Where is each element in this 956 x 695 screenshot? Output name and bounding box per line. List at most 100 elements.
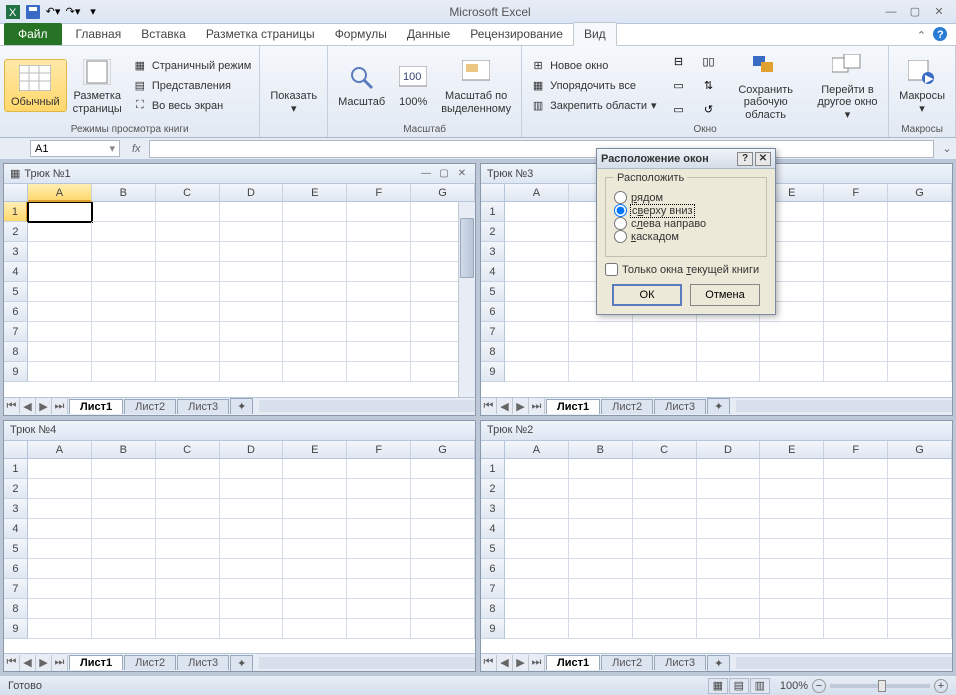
cell[interactable] <box>824 559 888 579</box>
cell[interactable] <box>28 202 92 222</box>
zoom-in-button[interactable]: + <box>934 679 948 693</box>
column-header[interactable]: D <box>697 441 761 459</box>
column-header[interactable]: F <box>347 441 411 459</box>
select-all-corner[interactable] <box>481 184 505 202</box>
cell[interactable] <box>888 599 952 619</box>
row-header[interactable]: 6 <box>481 302 505 322</box>
cell[interactable] <box>569 519 633 539</box>
cell[interactable] <box>633 459 697 479</box>
cell[interactable] <box>347 222 411 242</box>
cell[interactable] <box>220 519 284 539</box>
cell[interactable] <box>92 302 156 322</box>
row-header[interactable]: 6 <box>4 302 28 322</box>
cell[interactable] <box>92 539 156 559</box>
row-header[interactable]: 5 <box>4 282 28 302</box>
cell[interactable] <box>92 619 156 639</box>
cell[interactable] <box>220 579 284 599</box>
cell[interactable] <box>28 559 92 579</box>
cell[interactable] <box>220 362 284 382</box>
cell[interactable] <box>824 262 888 282</box>
cell[interactable] <box>505 459 569 479</box>
cell[interactable] <box>283 519 347 539</box>
row-header[interactable]: 4 <box>4 262 28 282</box>
row-header[interactable]: 1 <box>481 202 505 222</box>
cell[interactable] <box>569 479 633 499</box>
cell[interactable] <box>888 342 952 362</box>
zoom-selection-button[interactable]: Масштаб по выделенному <box>435 54 517 116</box>
cell[interactable] <box>28 242 92 262</box>
cell[interactable] <box>760 459 824 479</box>
cell[interactable] <box>760 362 824 382</box>
tab-view[interactable]: Вид <box>573 22 617 46</box>
status-page-break-button[interactable]: ▥ <box>750 678 770 694</box>
row-header[interactable]: 3 <box>4 499 28 519</box>
cell[interactable] <box>824 222 888 242</box>
dialog-close-button[interactable]: ✕ <box>755 152 771 166</box>
redo-icon[interactable]: ↷▾ <box>64 3 82 21</box>
cell[interactable] <box>92 262 156 282</box>
cell[interactable] <box>633 362 697 382</box>
cell[interactable] <box>888 459 952 479</box>
help-icon[interactable]: ? <box>932 26 948 45</box>
cell[interactable] <box>569 342 633 362</box>
cell[interactable] <box>760 619 824 639</box>
wb-minimize-button[interactable]: — <box>419 168 433 180</box>
arrange-all-button[interactable]: ▦Упорядочить все <box>526 77 660 95</box>
cell[interactable] <box>283 262 347 282</box>
cell[interactable] <box>28 519 92 539</box>
new-sheet-button[interactable]: ✦ <box>707 655 730 671</box>
cell[interactable] <box>888 362 952 382</box>
cell[interactable] <box>633 539 697 559</box>
cell[interactable] <box>347 539 411 559</box>
cell[interactable] <box>569 539 633 559</box>
cell[interactable] <box>824 499 888 519</box>
cell[interactable] <box>697 519 761 539</box>
cell[interactable] <box>633 499 697 519</box>
cell[interactable] <box>888 302 952 322</box>
custom-views-button[interactable]: ▤Представления <box>128 77 256 95</box>
cell[interactable] <box>697 459 761 479</box>
cell[interactable] <box>156 499 220 519</box>
column-header[interactable]: G <box>888 184 952 202</box>
dialog-titlebar[interactable]: Расположение окон ? ✕ <box>597 149 775 169</box>
cell[interactable] <box>411 479 475 499</box>
cell[interactable] <box>411 499 475 519</box>
cell[interactable] <box>697 499 761 519</box>
cell[interactable] <box>283 362 347 382</box>
cell[interactable] <box>347 362 411 382</box>
zoom-level[interactable]: 100% <box>780 680 808 692</box>
column-header[interactable]: A <box>505 441 569 459</box>
cell[interactable] <box>92 222 156 242</box>
cell[interactable] <box>697 539 761 559</box>
row-header[interactable]: 7 <box>4 322 28 342</box>
new-sheet-button[interactable]: ✦ <box>230 398 253 414</box>
cell[interactable] <box>92 599 156 619</box>
next-sheet-button[interactable]: ▶ <box>513 398 529 414</box>
cell[interactable] <box>347 242 411 262</box>
cell[interactable] <box>220 202 284 222</box>
cell[interactable] <box>888 499 952 519</box>
cell[interactable] <box>505 539 569 559</box>
cell[interactable] <box>569 599 633 619</box>
normal-view-button[interactable]: Обычный <box>4 59 67 111</box>
cell[interactable] <box>28 499 92 519</box>
cell[interactable] <box>760 519 824 539</box>
column-header[interactable]: F <box>347 184 411 202</box>
cell[interactable] <box>411 559 475 579</box>
cell[interactable] <box>569 619 633 639</box>
cell[interactable] <box>283 459 347 479</box>
cell[interactable] <box>411 579 475 599</box>
cell[interactable] <box>28 459 92 479</box>
cell[interactable] <box>92 342 156 362</box>
cell[interactable] <box>220 499 284 519</box>
horizontal-scrollbar[interactable] <box>736 656 952 670</box>
row-header[interactable]: 2 <box>481 479 505 499</box>
column-header[interactable]: A <box>505 184 569 202</box>
cell[interactable] <box>156 222 220 242</box>
save-workspace-button[interactable]: Сохранить рабочую область <box>721 48 811 122</box>
cell[interactable] <box>92 459 156 479</box>
cell[interactable] <box>824 519 888 539</box>
cell[interactable] <box>283 202 347 222</box>
file-tab[interactable]: Файл <box>4 23 62 45</box>
cell[interactable] <box>824 619 888 639</box>
